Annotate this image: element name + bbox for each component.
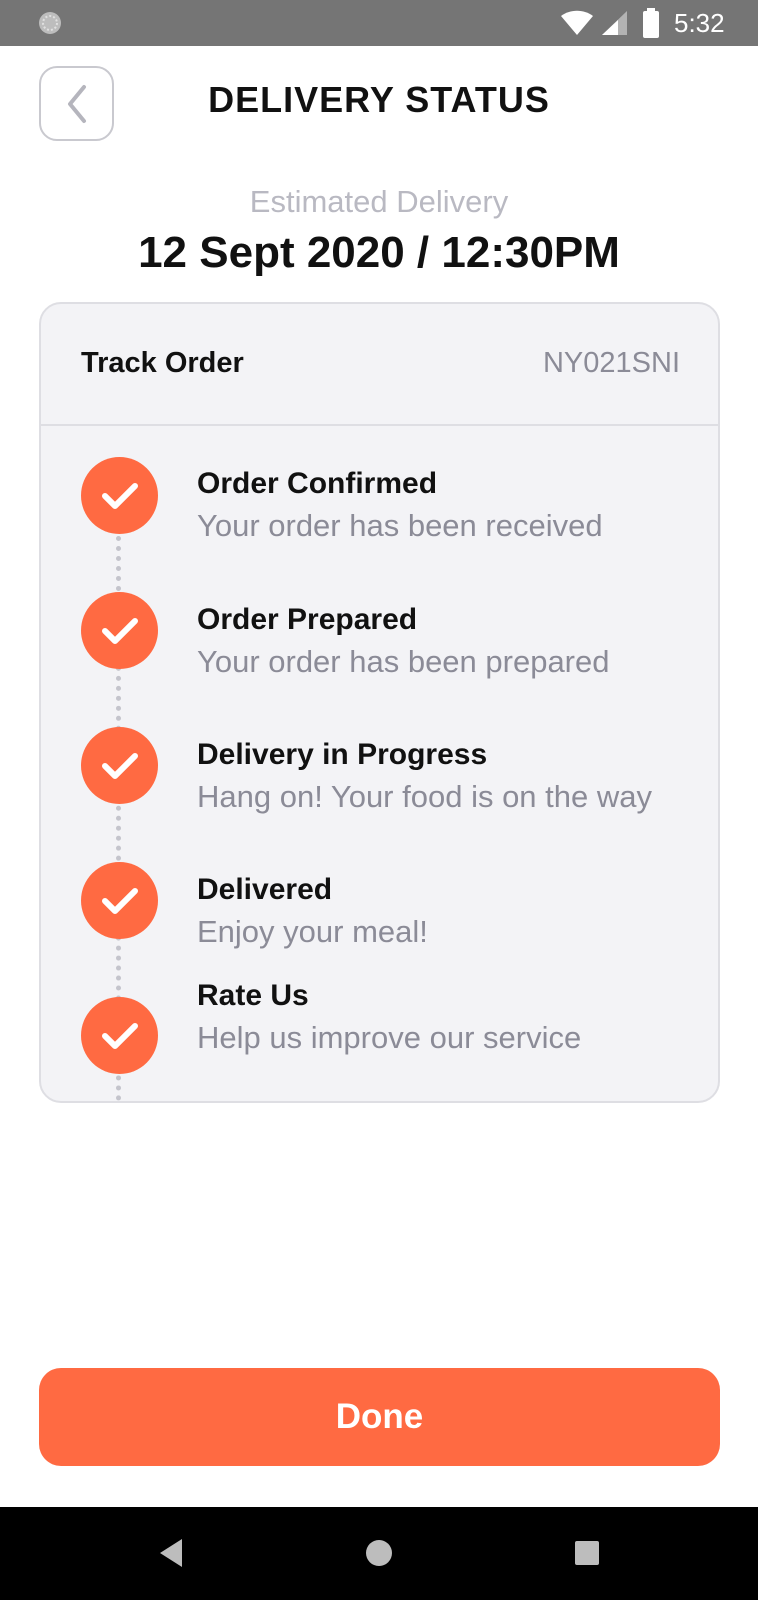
step-title: Rate Us xyxy=(197,979,309,1012)
recents-square-icon[interactable] xyxy=(569,1535,605,1571)
step-title: Order Confirmed xyxy=(197,467,438,500)
system-nav-bar xyxy=(0,1507,758,1600)
wifi-icon xyxy=(561,10,593,35)
track-order-card: Track Order NY021SNI Order Confirmed You… xyxy=(39,302,720,1103)
notification-dot-icon xyxy=(39,12,61,34)
eta-value: 12 Sept 2020 / 12:30PM xyxy=(138,228,620,277)
status-bar: 5:32 xyxy=(0,0,758,46)
check-circle-icon xyxy=(81,457,158,534)
done-button[interactable]: Done xyxy=(39,1368,720,1466)
step-description: Help us improve our service xyxy=(197,1020,582,1055)
signal-icon xyxy=(602,11,627,35)
check-circle-icon xyxy=(81,862,158,939)
battery-icon xyxy=(643,8,659,38)
eta-label: Estimated Delivery xyxy=(249,184,509,219)
step-title: Order Prepared xyxy=(197,603,418,636)
check-circle-icon xyxy=(81,592,158,669)
step-description: Enjoy your meal! xyxy=(197,914,428,949)
timeline-step-rate-us[interactable]: Rate Us Help us improve our service xyxy=(41,304,718,1074)
page-title: DELIVERY STATUS xyxy=(208,79,550,120)
step-description: Hang on! Your food is on the way xyxy=(197,779,652,814)
screen: 5:32 DELIVERY STATUS Estimated Delivery … xyxy=(0,0,758,1600)
step-description: Your order has been received xyxy=(197,508,603,543)
step-title: Delivered xyxy=(197,873,333,906)
back-triangle-icon[interactable] xyxy=(154,1535,190,1571)
check-circle-icon xyxy=(81,997,158,1074)
check-circle-icon xyxy=(81,727,158,804)
home-circle-icon[interactable] xyxy=(361,1535,397,1571)
step-title: Delivery in Progress xyxy=(197,738,488,771)
step-description: Your order has been prepared xyxy=(197,644,610,679)
status-time: 5:32 xyxy=(674,8,725,38)
